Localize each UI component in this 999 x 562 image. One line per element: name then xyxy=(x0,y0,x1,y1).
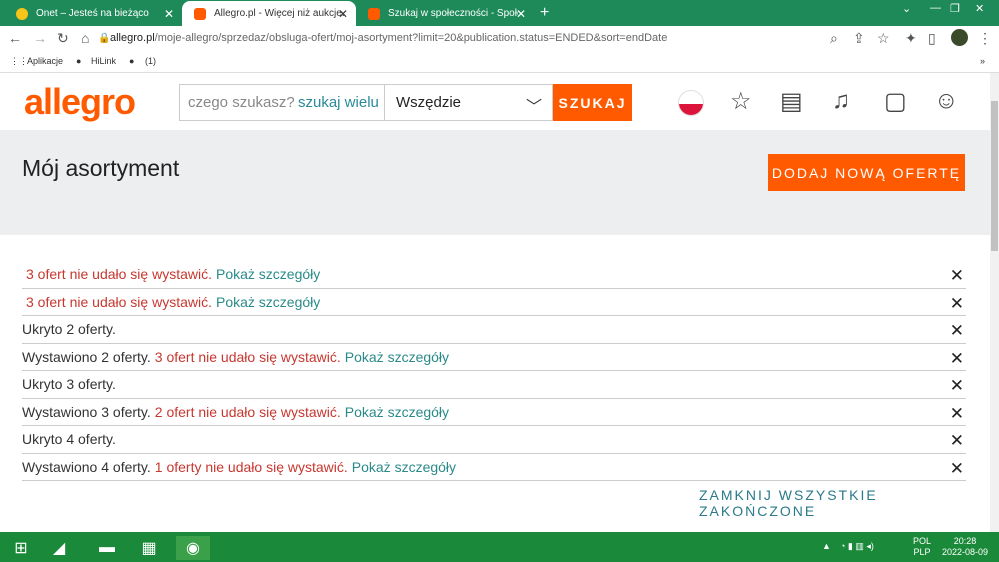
category-value: Wszędzie xyxy=(396,94,462,111)
page-title: Mój asortyment xyxy=(22,155,180,181)
menu-icon[interactable]: ⋮ xyxy=(978,30,992,47)
cart-icon[interactable]: ▢ xyxy=(884,87,907,116)
bookmark-apps[interactable]: Aplikacje xyxy=(27,56,63,66)
tray-arrow-icon[interactable]: ▲ xyxy=(822,541,831,552)
close-all-ended-button[interactable]: ZAMKNIJ WSZYSTKIE ZAKOŃCZONE xyxy=(699,487,999,519)
user-icon[interactable]: ☺ xyxy=(934,87,959,115)
category-select[interactable]: Wszędzie ﹀ xyxy=(384,84,553,121)
page-scrollbar[interactable] xyxy=(990,73,999,532)
extensions-icon[interactable]: ✦ xyxy=(905,30,917,47)
onet-favicon-icon xyxy=(16,7,28,20)
calculator-icon[interactable]: ▦ xyxy=(132,536,166,560)
browser-tab-bar: Onet – Jesteś na bieżąco ✕ Allegro.pl - … xyxy=(0,0,999,26)
profile-avatar[interactable] xyxy=(951,29,968,46)
windows-start-icon[interactable]: ⊞ xyxy=(4,536,38,560)
window-close-icon[interactable]: ✕ xyxy=(975,2,984,15)
app-icon[interactable]: ◢ xyxy=(42,536,76,560)
search-input[interactable]: czego szukasz? szukaj wielu xyxy=(179,84,385,121)
site-header: allegro czego szukasz? szukaj wielu Wszę… xyxy=(0,73,990,130)
maximize-icon[interactable]: ❐ xyxy=(950,2,960,15)
tab-szukaj[interactable]: Szukaj w społeczności - Społecz ✕ xyxy=(356,1,534,26)
close-icon[interactable]: ✕ xyxy=(950,294,964,314)
zoom-icon[interactable]: ⌕ xyxy=(830,30,838,47)
show-details-link[interactable]: Pokaż szczegóły xyxy=(216,266,320,282)
show-details-link[interactable]: Pokaż szczegóły xyxy=(345,349,449,365)
minimize-icon[interactable]: — xyxy=(930,2,941,14)
allegro-favicon-icon xyxy=(194,7,206,20)
notification-row: Wystawiono 3 oferty. 2 ofert nie udało s… xyxy=(22,399,966,426)
bookmark-star-icon[interactable]: ☆ xyxy=(877,30,890,47)
search-multiple-link[interactable]: szukaj wielu xyxy=(298,94,379,111)
close-icon[interactable]: ✕ xyxy=(164,7,174,21)
close-icon[interactable]: ✕ xyxy=(338,7,348,21)
chevron-down-icon: ﹀ xyxy=(525,99,542,116)
star-icon[interactable]: ☆ xyxy=(730,87,752,116)
poland-flag-icon[interactable] xyxy=(678,90,704,116)
file-explorer-icon[interactable]: ▬ xyxy=(90,536,124,560)
close-icon[interactable]: ✕ xyxy=(950,404,964,424)
notification-row: Wystawiono 2 oferty. 3 ofert nie udało s… xyxy=(22,344,966,371)
close-icon[interactable]: ✕ xyxy=(950,266,964,286)
page-title-section: Mój asortyment DODAJ NOWĄ OFERTĘ xyxy=(0,130,990,235)
notification-row: Wystawiono 4 oferty. 1 oferty nie udało … xyxy=(22,454,966,481)
bookmark-hilink[interactable]: HiLink xyxy=(91,56,116,66)
language-indicator[interactable]: POL PLP xyxy=(910,536,934,558)
show-details-link[interactable]: Pokaż szczegóły xyxy=(352,459,456,475)
tab-onet[interactable]: Onet – Jesteś na bieżąco ✕ xyxy=(4,1,182,26)
home-icon[interactable]: ⌂ xyxy=(81,30,89,46)
url-host: allegro.pl xyxy=(110,32,155,44)
notification-row: Ukryto 3 oferty. ✕ xyxy=(22,371,966,399)
hilink-icon: ● xyxy=(76,56,82,66)
notification-row: Ukryto 4 oferty. ✕ xyxy=(22,426,966,454)
bookmark-1[interactable]: (1) xyxy=(145,56,156,66)
show-details-link[interactable]: Pokaż szczegóły xyxy=(216,294,320,310)
notification-list: 3 ofert nie udało się wystawić. Pokaż sz… xyxy=(22,261,966,481)
add-offer-button[interactable]: DODAJ NOWĄ OFERTĘ xyxy=(768,154,965,191)
forward-icon[interactable]: → xyxy=(33,30,47,46)
tab-title: Szukaj w społeczności - Społecz xyxy=(388,8,518,19)
allegro-favicon-icon xyxy=(368,7,380,20)
share-icon[interactable]: ⇪ xyxy=(853,30,865,47)
close-icon[interactable]: ✕ xyxy=(950,431,964,451)
notification-row: Ukryto 2 oferty. ✕ xyxy=(22,316,966,344)
show-details-link[interactable]: Pokaż szczegóły xyxy=(345,404,449,420)
url-path: /moje-allegro/sprzedaz/obsluga-ofert/moj… xyxy=(154,32,668,44)
bookmark-o-icon: ● xyxy=(129,56,135,66)
bell-icon[interactable]: ♫ xyxy=(832,87,850,115)
apps-icon[interactable]: ⋮⋮ xyxy=(10,56,28,67)
notification-row: 3 ofert nie udało się wystawić. Pokaż sz… xyxy=(22,289,966,316)
tray-icons[interactable]: ◔ ▮ ▥ ◂) xyxy=(840,541,874,552)
sidepanel-icon[interactable]: ▯ xyxy=(928,30,936,47)
search-placeholder: czego szukasz? xyxy=(188,94,295,111)
clock[interactable]: 20:28 2022-08-09 xyxy=(940,536,990,558)
tab-title: Allegro.pl - Więcej niż aukcje. Na xyxy=(214,8,344,19)
search-button[interactable]: SZUKAJ xyxy=(553,84,632,121)
windows-taskbar: ⊞ ◢ ▬ ▦ ◉ ▲ ◔ ▮ ▥ ◂) POL PLP 20:28 2022-… xyxy=(0,532,999,562)
close-icon[interactable]: ✕ xyxy=(950,376,964,396)
close-icon[interactable]: ✕ xyxy=(950,321,964,341)
notification-row: 3 ofert nie udało się wystawić. Pokaż sz… xyxy=(22,261,966,289)
tab-title: Onet – Jesteś na bieżąco xyxy=(36,8,149,19)
close-icon[interactable]: ✕ xyxy=(950,349,964,369)
tab-search-icon[interactable]: ⌄ xyxy=(902,2,911,15)
new-tab-icon[interactable]: + xyxy=(540,4,549,22)
bookmarks-more-icon[interactable]: » xyxy=(980,56,985,66)
back-icon[interactable]: ← xyxy=(8,30,22,46)
browser-toolbar: ← → ↻ ⌂ 🔒 allegro.pl/moje-allegro/sprzed… xyxy=(0,26,999,51)
close-icon[interactable]: ✕ xyxy=(950,459,964,479)
close-icon[interactable]: ✕ xyxy=(516,7,526,21)
allegro-logo[interactable]: allegro xyxy=(24,81,136,123)
bookmarks-bar: ⋮⋮ Aplikacje ● HiLink ● (1) » xyxy=(0,51,999,73)
lock-icon[interactable]: 🔒 xyxy=(98,33,110,44)
chrome-icon[interactable]: ◉ xyxy=(176,536,210,560)
address-bar[interactable]: allegro.pl/moje-allegro/sprzedaz/obsluga… xyxy=(110,32,667,44)
messages-icon[interactable]: ▤ xyxy=(780,87,803,116)
reload-icon[interactable]: ↻ xyxy=(57,30,69,47)
tab-allegro[interactable]: Allegro.pl - Więcej niż aukcje. Na ✕ xyxy=(182,1,356,26)
